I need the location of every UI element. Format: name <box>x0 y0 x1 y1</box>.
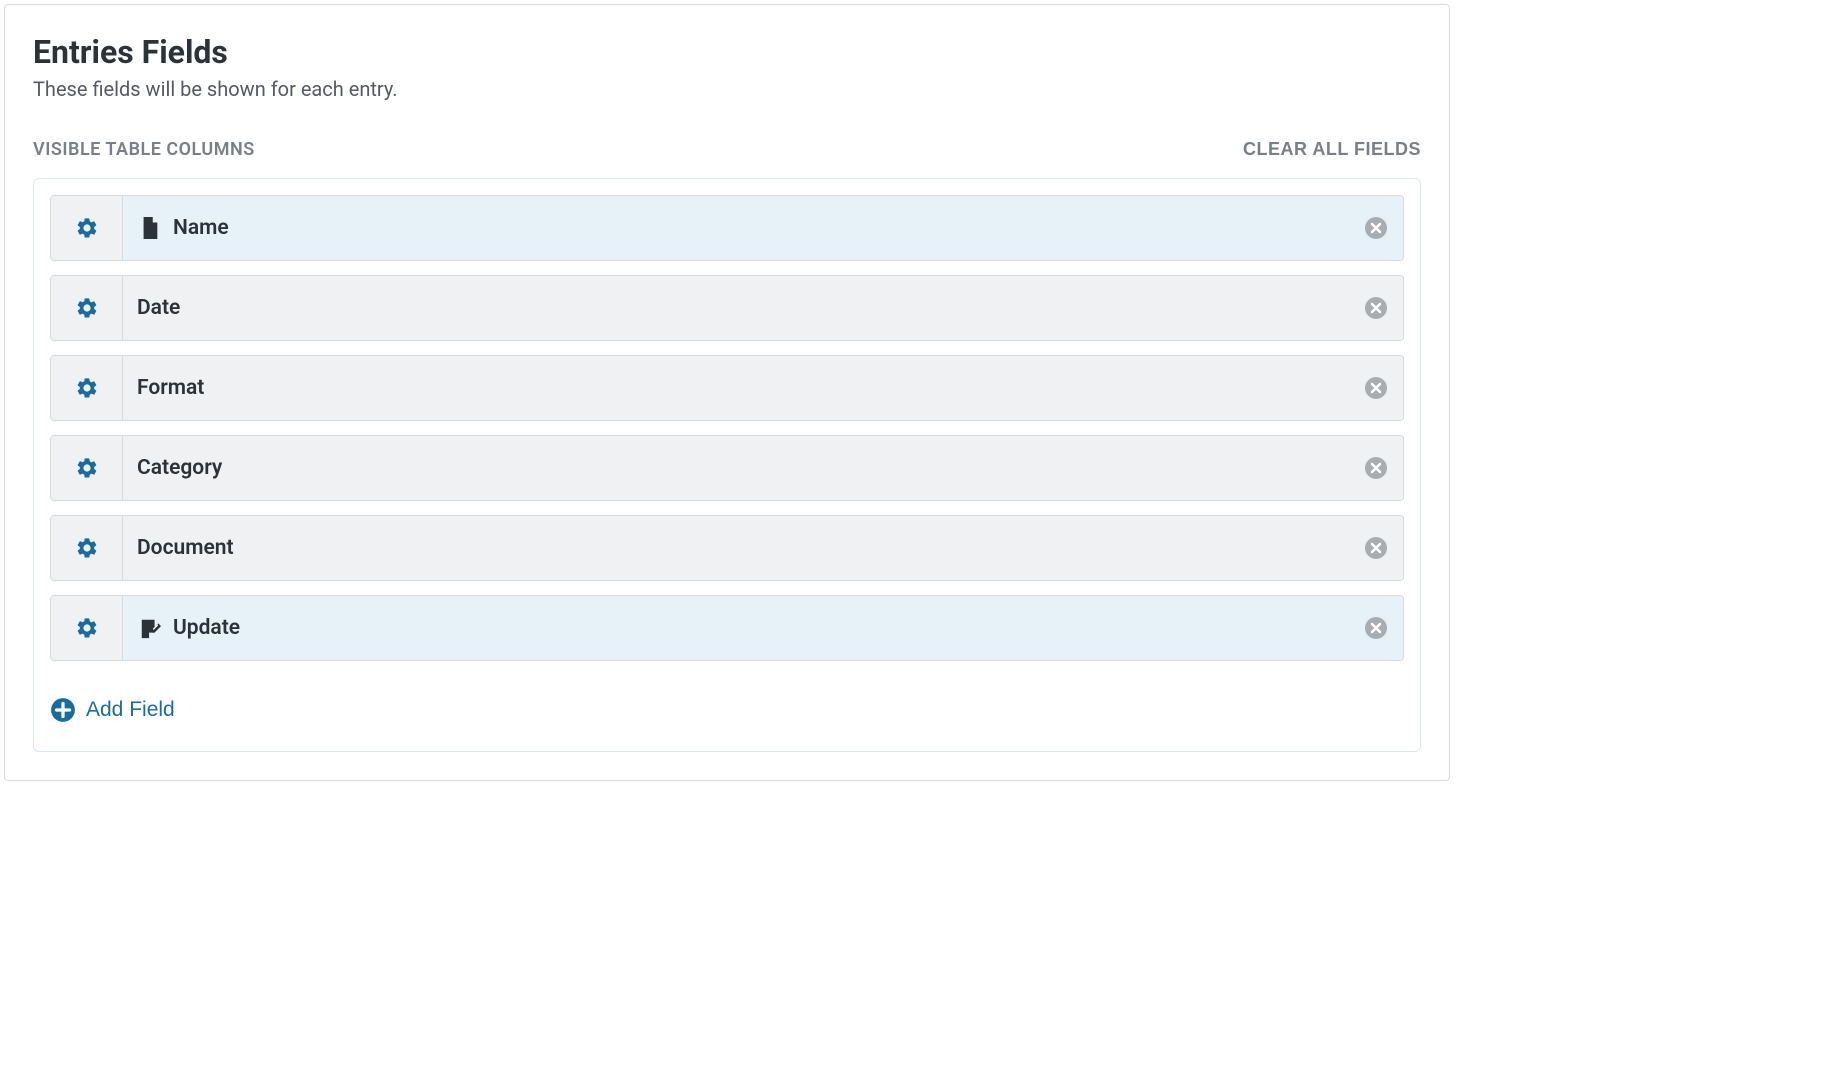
page-subtitle: These fields will be shown for each entr… <box>33 77 1421 101</box>
gear-icon <box>75 296 99 320</box>
field-row[interactable]: Document <box>50 515 1404 581</box>
field-label: Category <box>137 456 1363 480</box>
close-icon <box>1364 456 1388 480</box>
remove-field-button[interactable] <box>1363 215 1389 241</box>
field-body: Format <box>123 356 1403 420</box>
field-body: Document <box>123 516 1403 580</box>
close-icon <box>1364 536 1388 560</box>
plus-circle-icon <box>50 697 76 723</box>
remove-field-button[interactable] <box>1363 375 1389 401</box>
field-row[interactable]: Category <box>50 435 1404 501</box>
gear-icon <box>75 216 99 240</box>
field-body: Category <box>123 436 1403 500</box>
field-settings-handle[interactable] <box>51 596 123 660</box>
gear-icon <box>75 616 99 640</box>
edit-icon <box>137 617 163 639</box>
visible-columns-label: VISIBLE TABLE COLUMNS <box>33 139 255 160</box>
close-icon <box>1364 616 1388 640</box>
field-settings-handle[interactable] <box>51 436 123 500</box>
field-row[interactable]: Update <box>50 595 1404 661</box>
entries-fields-panel: Entries Fields These fields will be show… <box>4 4 1450 781</box>
field-row[interactable]: Name <box>50 195 1404 261</box>
section-header: VISIBLE TABLE COLUMNS CLEAR ALL FIELDS <box>33 139 1421 160</box>
remove-field-button[interactable] <box>1363 455 1389 481</box>
field-label: Document <box>137 536 1363 560</box>
close-icon <box>1364 376 1388 400</box>
add-field-button[interactable]: Add Field <box>50 697 175 723</box>
clear-all-fields-button[interactable]: CLEAR ALL FIELDS <box>1243 139 1421 160</box>
field-row[interactable]: Format <box>50 355 1404 421</box>
field-label: Update <box>173 616 1363 640</box>
add-field-label: Add Field <box>86 698 175 722</box>
document-icon <box>137 217 163 239</box>
remove-field-button[interactable] <box>1363 615 1389 641</box>
field-body: Date <box>123 276 1403 340</box>
field-label: Date <box>137 296 1363 320</box>
field-label: Format <box>137 376 1363 400</box>
gear-icon <box>75 536 99 560</box>
field-settings-handle[interactable] <box>51 516 123 580</box>
remove-field-button[interactable] <box>1363 535 1389 561</box>
fields-list: Name Date <box>33 178 1421 752</box>
close-icon <box>1364 296 1388 320</box>
gear-icon <box>75 456 99 480</box>
remove-field-button[interactable] <box>1363 295 1389 321</box>
field-settings-handle[interactable] <box>51 196 123 260</box>
page-title: Entries Fields <box>33 33 1421 71</box>
field-settings-handle[interactable] <box>51 356 123 420</box>
field-body: Name <box>123 196 1403 260</box>
close-icon <box>1364 216 1388 240</box>
gear-icon <box>75 376 99 400</box>
field-label: Name <box>173 216 1363 240</box>
field-settings-handle[interactable] <box>51 276 123 340</box>
field-row[interactable]: Date <box>50 275 1404 341</box>
field-body: Update <box>123 596 1403 660</box>
